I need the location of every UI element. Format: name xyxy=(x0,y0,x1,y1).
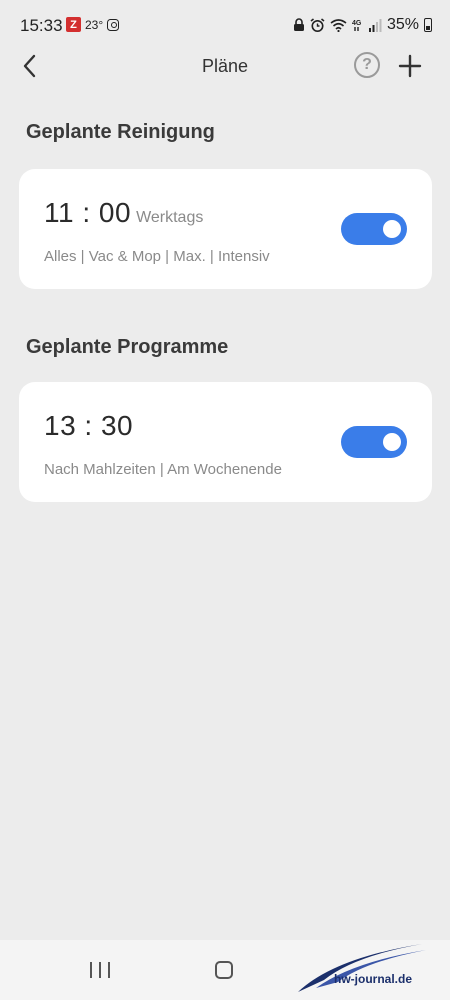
header: Pläne ? xyxy=(0,44,450,88)
help-button[interactable]: ? xyxy=(354,52,380,78)
section-title-programs: Geplante Programme xyxy=(26,336,229,358)
signal-4g-icon: 4G xyxy=(352,20,362,31)
wifi-icon xyxy=(330,19,347,32)
battery-icon xyxy=(424,18,432,32)
status-time: 15:33 xyxy=(20,16,63,35)
recent-apps-button[interactable] xyxy=(90,962,110,978)
page-title: Pläne xyxy=(201,56,249,76)
add-button[interactable] xyxy=(396,52,424,80)
lock-icon xyxy=(293,18,304,31)
watermark-logo xyxy=(298,944,426,992)
program-description: Nach Mahlzeiten | Am Wochenende xyxy=(44,461,282,478)
schedule-time-value: 11 : 00 xyxy=(44,197,132,228)
screen: 15:33 Z 23° 4G 35% Pläne ? Geplante Rein… xyxy=(0,0,450,1000)
svg-text:4G: 4G xyxy=(352,20,362,27)
schedule-description: Alles | Vac & Mop | Max. | Intensiv xyxy=(44,248,270,265)
app-notification-icon: Z xyxy=(66,17,81,32)
schedule-toggle-cleaning[interactable] xyxy=(341,213,407,245)
program-time: 13 : 30 xyxy=(44,410,134,441)
watermark-text: hw-journal.de xyxy=(334,972,412,986)
alarm-icon xyxy=(310,17,325,32)
schedule-card-cleaning[interactable]: 11 : 00 Werktags Alles | Vac & Mop | Max.… xyxy=(19,169,432,289)
schedule-time: 11 : 00 Werktags xyxy=(44,197,203,229)
schedule-toggle-programs[interactable] xyxy=(341,426,407,458)
weather-temperature: 23° xyxy=(85,17,104,32)
toggle-knob xyxy=(383,220,401,238)
signal-strength-icon xyxy=(368,19,382,32)
toggle-knob xyxy=(383,433,401,451)
schedule-card-programs[interactable]: 13 : 30 Nach Mahlzeiten | Am Wochenende xyxy=(19,382,432,502)
home-button[interactable] xyxy=(215,961,233,979)
help-icon: ? xyxy=(362,56,372,73)
recent-apps-icon xyxy=(90,962,92,978)
status-system-icons: 4G 35% xyxy=(293,16,432,34)
schedule-days: Werktags xyxy=(136,209,204,226)
battery-percentage: 35% xyxy=(386,16,419,33)
plus-icon xyxy=(398,54,422,78)
status-notification-icons: Z 23° xyxy=(66,17,120,32)
section-title-cleaning: Geplante Reinigung xyxy=(26,121,215,143)
instagram-icon xyxy=(107,18,120,31)
